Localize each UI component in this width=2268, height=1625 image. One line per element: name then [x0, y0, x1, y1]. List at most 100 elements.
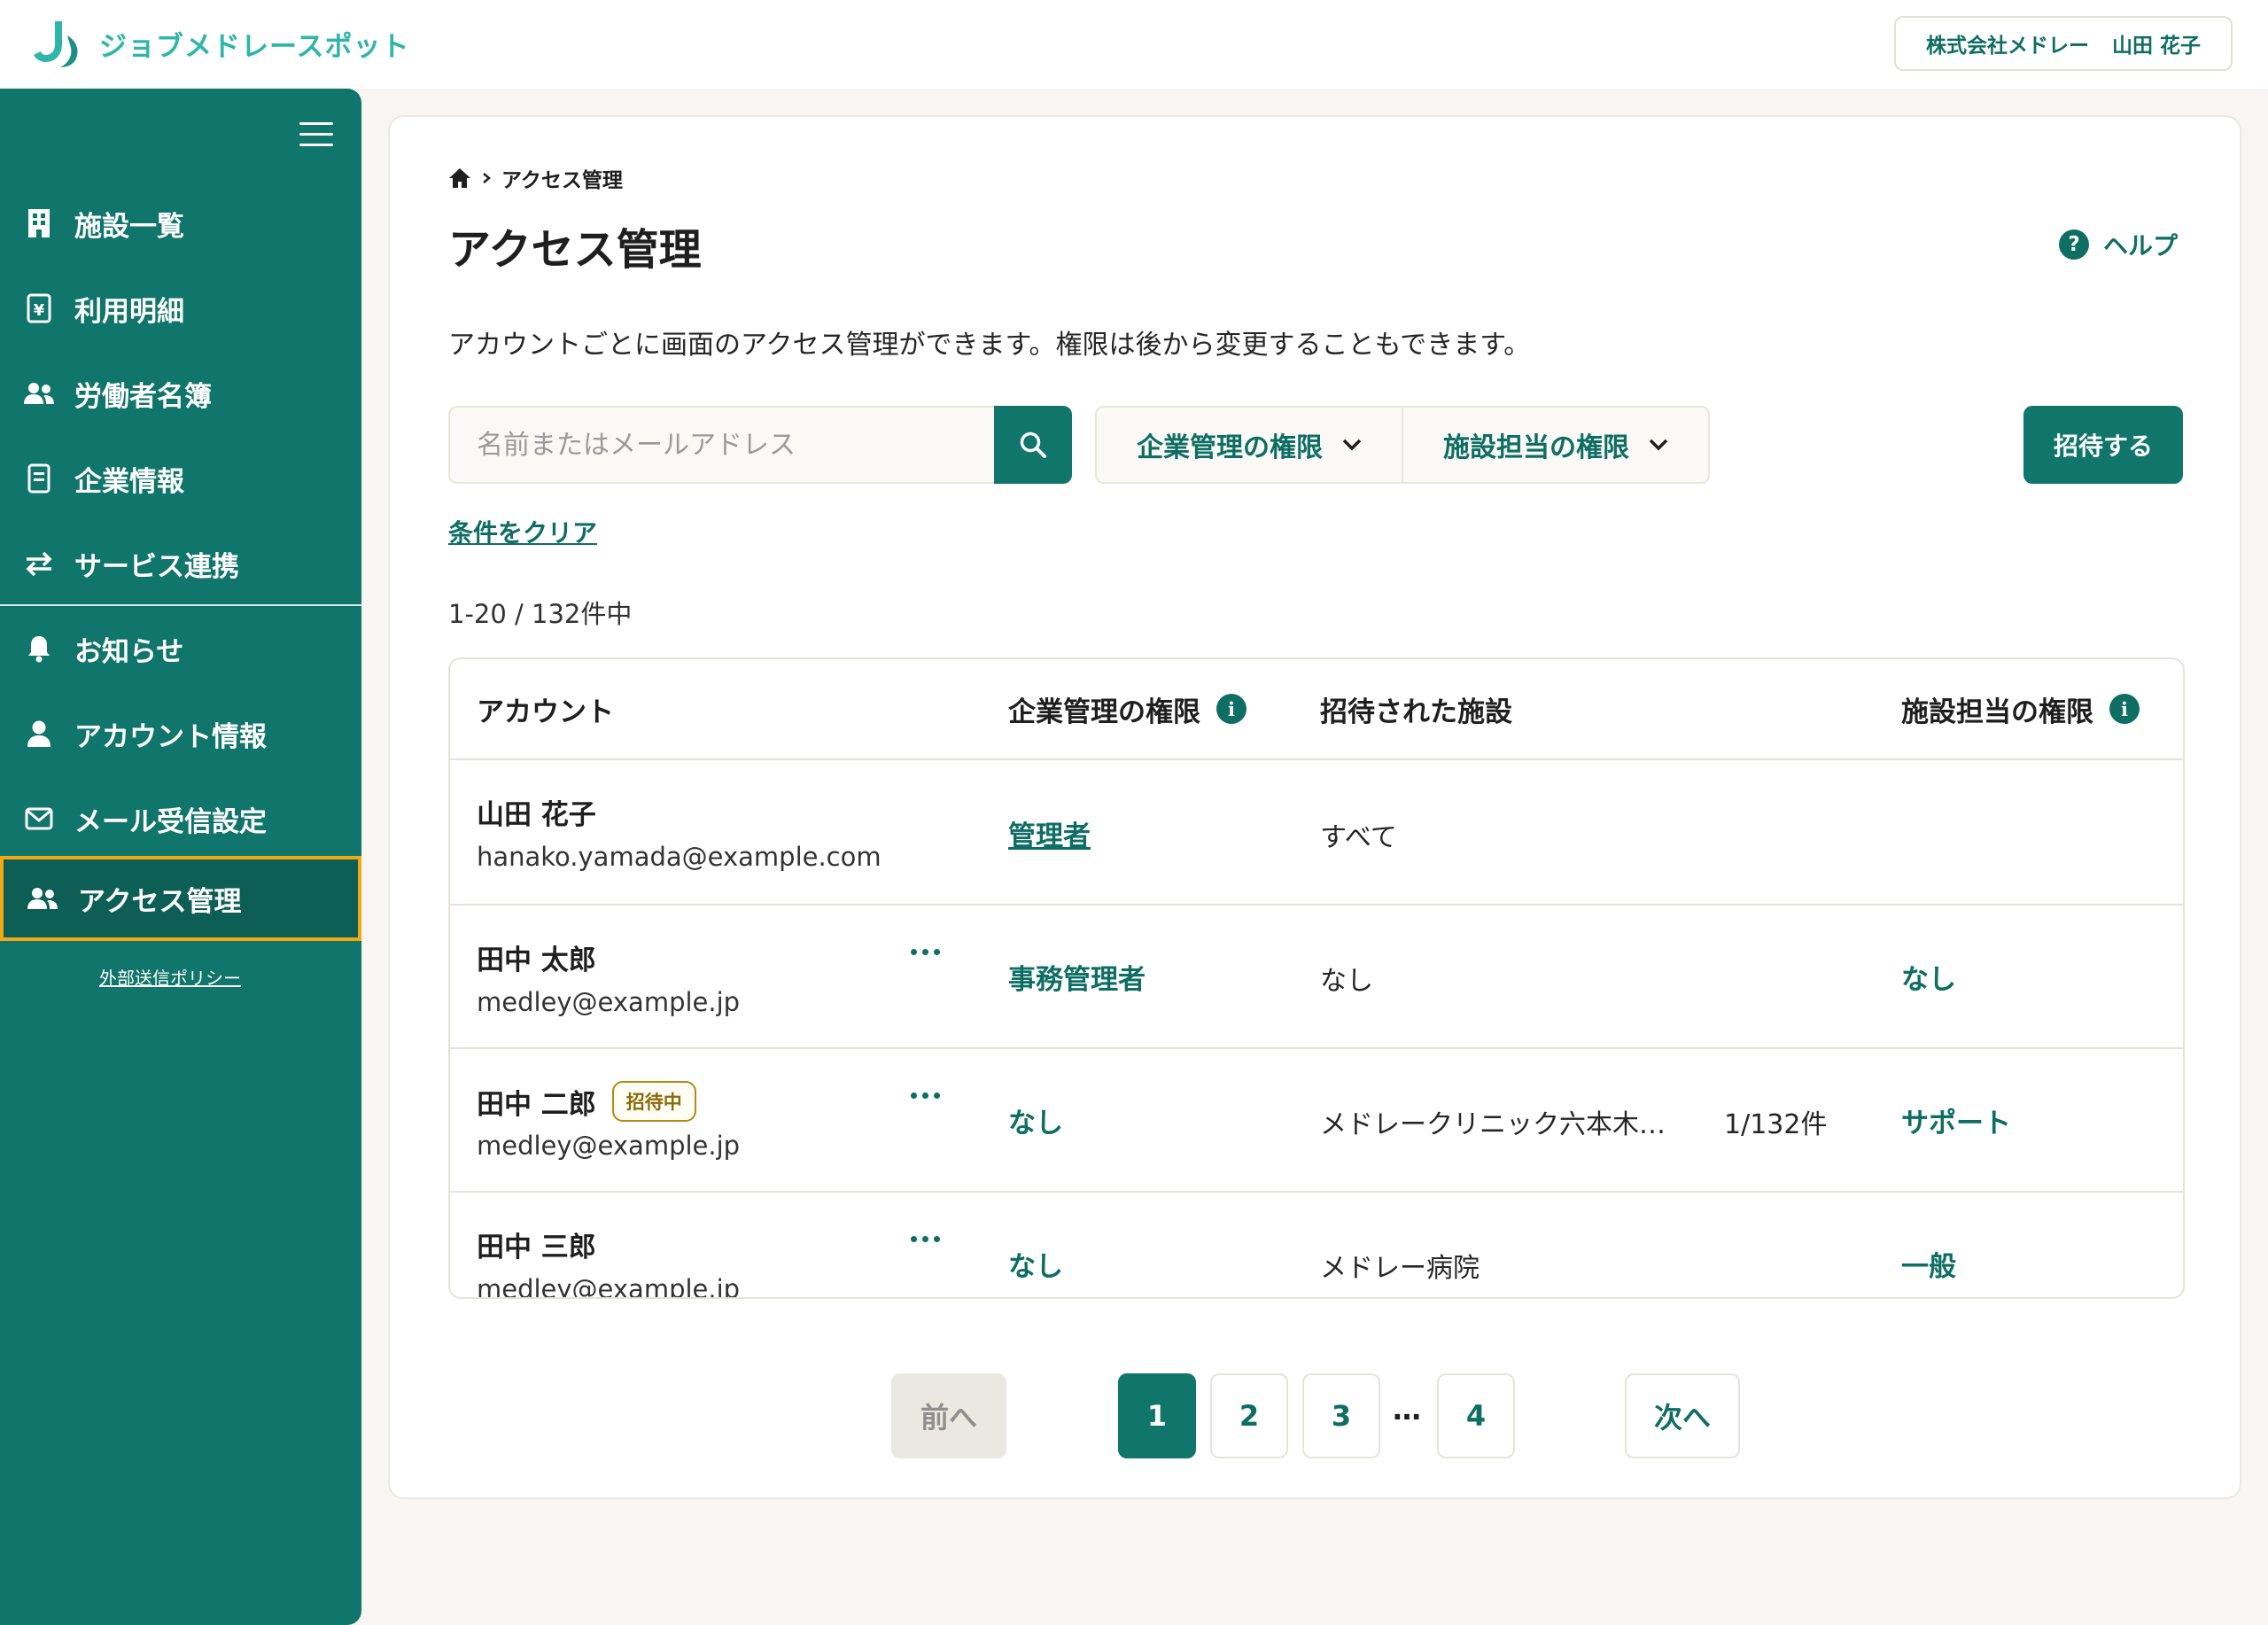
sidebar-item-mail-settings[interactable]: メール受信設定 [0, 776, 361, 861]
account-email: medley@example.jp [477, 987, 741, 1017]
sidebar-item-account-info[interactable]: アカウント情報 [0, 691, 361, 776]
column-header-label: アカウント [477, 696, 614, 728]
logo-mark-icon [34, 21, 78, 67]
invite-button[interactable]: 招待する [2023, 406, 2183, 484]
row-more-menu-icon[interactable] [911, 943, 955, 960]
sidebar-item-notifications[interactable]: お知らせ [0, 606, 361, 691]
svg-text:¥: ¥ [34, 301, 45, 320]
logo[interactable]: ジョブメドレースポット [32, 18, 409, 69]
invited-facilities: なし [1320, 966, 1373, 997]
sidebar: 施設一覧 ¥ 利用明細 労働者名簿 企業情報 サービス連携 お知らせ アカウント… [0, 89, 361, 1625]
filter-group: 企業管理の権限 施設担当の権限 [1095, 406, 1710, 484]
status-badge: 招待中 [611, 1081, 696, 1122]
column-header-facilities: 招待された施設 [1320, 659, 1512, 758]
invited-facilities: メドレー病院 [1320, 1253, 1480, 1284]
account-switcher[interactable]: 株式会社メドレー 山田 花子 [1894, 16, 2233, 71]
column-header-label: 施設担当の権限 [1901, 696, 2093, 728]
sidebar-item-service-integration[interactable]: サービス連携 [0, 521, 361, 606]
column-header-account: アカウント [477, 659, 614, 758]
column-header-company-role: 企業管理の権限 i [1008, 659, 1247, 758]
result-count: 1-20 / 132件中 [448, 599, 633, 629]
building-icon [23, 207, 55, 239]
account-email: hanako.yamada@example.com [477, 842, 882, 872]
breadcrumb-current: アクセス管理 [501, 169, 623, 192]
pagination-ellipsis: … [1393, 1393, 1421, 1427]
breadcrumb: アクセス管理 [448, 163, 623, 193]
account-name-text: 田中 三郎 [477, 1232, 596, 1263]
sidebar-item-label: 施設一覧 [74, 210, 184, 243]
chevron-right-icon [483, 173, 491, 183]
external-transmission-policy-link[interactable]: 外部送信ポリシー [0, 964, 340, 990]
help-link[interactable]: ? ヘルプ [2059, 227, 2178, 262]
column-header-label: 招待された施設 [1320, 696, 1512, 728]
search-input[interactable] [448, 406, 994, 484]
menu-toggle-icon[interactable] [299, 122, 333, 149]
facility-role-filter-label: 施設担当の権限 [1443, 432, 1629, 463]
pagination-page-1[interactable]: 1 [1118, 1373, 1196, 1458]
sidebar-item-workers[interactable]: 労働者名簿 [0, 351, 361, 436]
column-header-facility-role: 施設担当の権限 i [1901, 659, 2140, 758]
accounts-table: アカウント 企業管理の権限 i 招待された施設 施設担当の権限 i 山田 花子 … [448, 657, 2185, 1299]
table-row: 田中 二郎 招待中 medley@example.jp なし メドレークリニック… [450, 1047, 2183, 1191]
row-more-menu-icon[interactable] [911, 1230, 955, 1248]
invited-facilities: メドレークリニック六本木… [1320, 1109, 1666, 1140]
pagination-prev-button[interactable]: 前へ [891, 1373, 1006, 1458]
bell-icon [23, 633, 55, 665]
account-email: medley@example.jp [477, 1274, 741, 1299]
company-role[interactable]: 事務管理者 [1008, 957, 1146, 997]
account-name-text: 山田 花子 [477, 799, 596, 831]
document-icon [23, 463, 55, 494]
pagination-page-3[interactable]: 3 [1302, 1373, 1380, 1458]
chevron-down-icon [1342, 439, 1362, 451]
home-icon[interactable] [448, 167, 471, 189]
main-card: アクセス管理 アクセス管理 ? ヘルプ アカウントごとに画面のアクセス管理ができ… [388, 115, 2241, 1499]
clear-filters-link[interactable]: 条件をクリア [448, 514, 597, 549]
sidebar-item-label: お知らせ [74, 635, 184, 668]
search-button[interactable] [994, 406, 1072, 484]
company-role-filter-label: 企業管理の権限 [1137, 432, 1323, 463]
invited-facilities: すべて [1320, 822, 1397, 853]
table-header: アカウント 企業管理の権限 i 招待された施設 施設担当の権限 i [450, 659, 2183, 760]
table-row: 山田 花子 hanako.yamada@example.com 管理者 すべて [450, 760, 2183, 904]
sidebar-item-label: サービス連携 [74, 550, 239, 583]
user-name: 山田 花子 [2111, 35, 2201, 58]
table-row: 田中 太郎 medley@example.jp 事務管理者 なし なし [450, 904, 2183, 1047]
users-icon [27, 882, 58, 914]
sidebar-item-label: アカウント情報 [74, 720, 267, 753]
company-role[interactable]: なし [1008, 1244, 1063, 1284]
facility-role[interactable]: サポート [1901, 1100, 2011, 1140]
sidebar-item-company-info[interactable]: 企業情報 [0, 436, 361, 521]
receipt-icon: ¥ [23, 292, 55, 324]
sidebar-item-label: メール受信設定 [74, 805, 267, 838]
row-more-menu-icon[interactable] [911, 1086, 955, 1104]
sidebar-item-label: 企業情報 [74, 465, 184, 498]
page-title: アクセス管理 [448, 225, 702, 275]
info-icon[interactable]: i [2109, 694, 2140, 724]
company-role[interactable]: なし [1008, 1100, 1063, 1140]
facility-role[interactable]: なし [1901, 957, 1956, 997]
facility-role-filter[interactable]: 施設担当の権限 [1403, 408, 1708, 482]
search-bar [448, 406, 1072, 484]
pagination-next-button[interactable]: 次へ [1625, 1373, 1740, 1458]
account-name: 田中 三郎 [477, 1225, 596, 1264]
column-header-label: 企業管理の権限 [1008, 696, 1200, 728]
table-row: 田中 三郎 medley@example.jp なし メドレー病院 一般 [450, 1191, 2183, 1299]
account-name-text: 田中 二郎 [477, 1088, 596, 1121]
sidebar-item-billing[interactable]: ¥ 利用明細 [0, 266, 361, 351]
info-icon[interactable]: i [1216, 694, 1247, 724]
logo-text: ジョブメドレースポット [99, 30, 410, 63]
company-name: 株式会社メドレー [1925, 35, 2089, 58]
help-icon: ? [2059, 229, 2089, 260]
pagination-page-2[interactable]: 2 [1210, 1373, 1288, 1458]
pagination-page-4[interactable]: 4 [1437, 1373, 1515, 1458]
company-role-link[interactable]: 管理者 [1008, 813, 1091, 853]
sidebar-item-facilities[interactable]: 施設一覧 [0, 181, 361, 266]
users-icon [23, 377, 55, 409]
sync-arrows-icon [23, 548, 55, 579]
help-label: ヘルプ [2103, 231, 2179, 260]
facility-role[interactable]: 一般 [1901, 1244, 1956, 1284]
sidebar-item-label: 利用明細 [74, 295, 184, 328]
company-role-filter[interactable]: 企業管理の権限 [1097, 408, 1403, 482]
account-name-text: 田中 太郎 [477, 945, 596, 976]
sidebar-item-access-management[interactable]: アクセス管理 [0, 856, 361, 941]
